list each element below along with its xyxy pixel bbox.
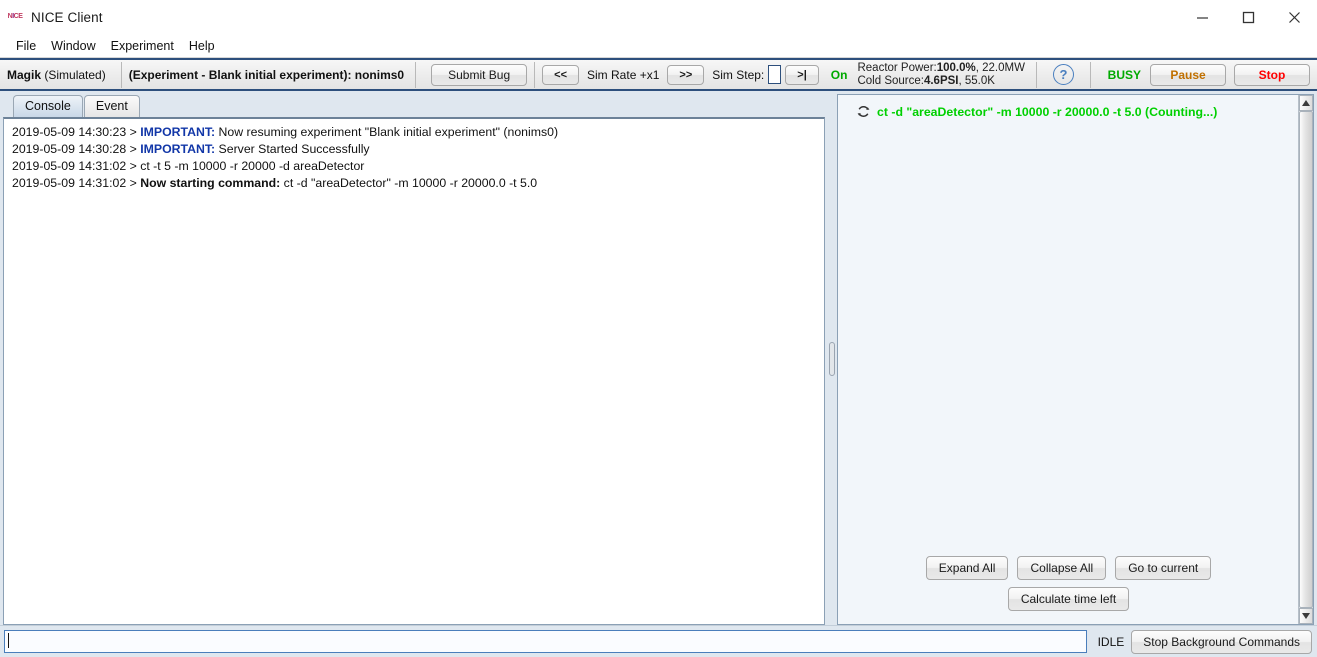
log-message: ct -t 5 -m 10000 -r 20000 -d areaDetecto…: [140, 159, 365, 173]
main-content: Console Event 2019-05-09 14:30:23 > IMPO…: [0, 91, 1317, 625]
log-timestamp: 2019-05-09 14:31:02 >: [12, 159, 141, 173]
status-badge: IDLE: [1097, 634, 1125, 649]
command-actions-row-2: Calculate time left: [838, 587, 1299, 611]
experiment-label: (Experiment - Blank initial experiment):…: [128, 67, 405, 82]
command-queue-area: ct -d "areaDetector" -m 10000 -r 20000.0…: [837, 94, 1314, 625]
instrument-mode: (Simulated): [44, 67, 106, 82]
close-icon[interactable]: [1271, 0, 1317, 34]
pause-button[interactable]: Pause: [1150, 63, 1226, 86]
log-message: Server Started Successfully: [215, 142, 370, 156]
sim-rate-increase-button[interactable]: >>: [667, 64, 705, 85]
window-controls: [1179, 0, 1317, 34]
toolbar-divider-1: [120, 61, 122, 88]
command-list[interactable]: ct -d "areaDetector" -m 10000 -r 20000.0…: [838, 95, 1298, 624]
log-timestamp: 2019-05-09 14:30:23 >: [12, 125, 141, 139]
splitter-grip-handle[interactable]: [829, 342, 835, 376]
collapse-all-button[interactable]: Collapse All: [1017, 556, 1107, 580]
window-titlebar: NICE NICE Client: [0, 0, 1317, 34]
go-to-current-button[interactable]: Go to current: [1115, 556, 1212, 580]
command-text: ct -d "areaDetector" -m 10000 -r 20000.0…: [877, 104, 1218, 119]
text-caret: [8, 633, 9, 648]
log-entry: 2019-05-09 14:31:02 > Now starting comma…: [12, 175, 820, 192]
calculate-time-left-button[interactable]: Calculate time left: [1007, 587, 1130, 611]
command-actions: Expand All Collapse All Go to current Ca…: [838, 556, 1299, 618]
log-tag: Now starting command:: [140, 176, 281, 190]
cold-source-value: 4.6PSI: [923, 74, 959, 87]
stop-button[interactable]: Stop: [1234, 63, 1310, 86]
toolbar-divider-5: [1089, 61, 1091, 88]
scroll-down-icon[interactable]: [1299, 608, 1313, 624]
maximize-icon[interactable]: [1225, 0, 1271, 34]
menu-item-window[interactable]: Window: [44, 37, 102, 55]
menu-item-help[interactable]: Help: [182, 37, 222, 55]
help-question-icon[interactable]: ?: [1052, 64, 1074, 85]
reactor-power-extra: , 22.0MW: [975, 61, 1025, 74]
sim-rate-label: Sim Rate +x1: [587, 67, 660, 82]
command-queue-panel: ct -d "areaDetector" -m 10000 -r 20000.0…: [837, 91, 1317, 625]
cold-source-extra: , 55.0K: [958, 74, 995, 87]
command-actions-row-1: Expand All Collapse All Go to current: [838, 556, 1299, 580]
reactor-power-label: Reactor Power:: [857, 61, 937, 74]
power-on-status: On: [830, 67, 848, 82]
log-entry: 2019-05-09 14:30:23 > IMPORTANT: Now res…: [12, 124, 820, 141]
command-input[interactable]: [4, 630, 1087, 653]
log-message: ct -d "areaDetector" -m 10000 -r 20000.0…: [280, 176, 538, 190]
command-queue-scrollbar[interactable]: [1298, 95, 1313, 624]
instrument-status: Magik (Simulated): [4, 68, 114, 82]
busy-status-badge: BUSY: [1107, 67, 1141, 82]
log-entry: 2019-05-09 14:31:02 > ct -t 5 -m 10000 -…: [12, 158, 820, 175]
console-panel: Console Event 2019-05-09 14:30:23 > IMPO…: [0, 91, 827, 625]
log-timestamp: 2019-05-09 14:31:02 >: [12, 176, 141, 190]
cold-source-label: Cold Source:: [857, 74, 924, 87]
menu-item-experiment[interactable]: Experiment: [104, 37, 181, 55]
submit-bug-button[interactable]: Submit Bug: [431, 63, 528, 86]
reactor-power-line: Reactor Power:100.0%, 22.0MW: [857, 62, 1025, 75]
sim-rate-decrease-button[interactable]: <<: [542, 64, 580, 85]
log-message: Now resuming experiment "Blank initial e…: [215, 125, 559, 139]
scrollbar-track[interactable]: [1299, 111, 1313, 608]
window-title: NICE Client: [31, 9, 103, 25]
command-list-item[interactable]: ct -d "areaDetector" -m 10000 -r 20000.0…: [856, 104, 1292, 119]
expand-all-button[interactable]: Expand All: [925, 556, 1009, 580]
sim-step-input[interactable]: [768, 65, 782, 84]
stop-background-commands-button[interactable]: Stop Background Commands: [1131, 629, 1312, 654]
console-log-area[interactable]: 2019-05-09 14:30:23 > IMPORTANT: Now res…: [3, 117, 825, 625]
refresh-spinner-icon: [856, 104, 871, 119]
tab-console[interactable]: Console: [13, 95, 83, 117]
log-tag: IMPORTANT:: [140, 125, 216, 139]
reactor-status-block: Reactor Power:100.0%, 22.0MW Cold Source…: [857, 62, 1029, 88]
toolbar-divider-2: [415, 61, 417, 88]
minimize-icon[interactable]: [1179, 0, 1225, 34]
toolbar-divider-4: [1035, 61, 1037, 88]
tab-event[interactable]: Event: [83, 95, 140, 117]
nice-client-window: NICE NICE Client File Window Experiment …: [0, 0, 1317, 657]
log-tag: IMPORTANT:: [140, 142, 216, 156]
log-timestamp: 2019-05-09 14:30:28 >: [12, 142, 141, 156]
reactor-power-value: 100.0%: [936, 61, 976, 74]
log-entry: 2019-05-09 14:30:28 > IMPORTANT: Server …: [12, 141, 820, 158]
main-toolbar: Magik (Simulated) (Experiment - Blank in…: [0, 58, 1317, 91]
instrument-name: Magik: [7, 67, 42, 82]
console-tabstrip: Console Event: [3, 94, 827, 117]
scroll-up-icon[interactable]: [1299, 95, 1313, 111]
menubar: File Window Experiment Help: [0, 34, 1317, 58]
toolbar-divider-3: [534, 61, 536, 88]
sim-step-label: Sim Step:: [712, 67, 765, 82]
menu-item-file[interactable]: File: [9, 37, 43, 55]
cold-source-line: Cold Source:4.6PSI, 55.0K: [857, 75, 1025, 88]
nice-app-logo-icon: NICE: [7, 13, 23, 20]
bottom-status-bar: IDLE Stop Background Commands: [0, 625, 1317, 657]
panel-splitter[interactable]: [827, 91, 837, 625]
sim-step-next-button[interactable]: >|: [785, 64, 819, 85]
scrollbar-thumb[interactable]: [1299, 111, 1313, 608]
